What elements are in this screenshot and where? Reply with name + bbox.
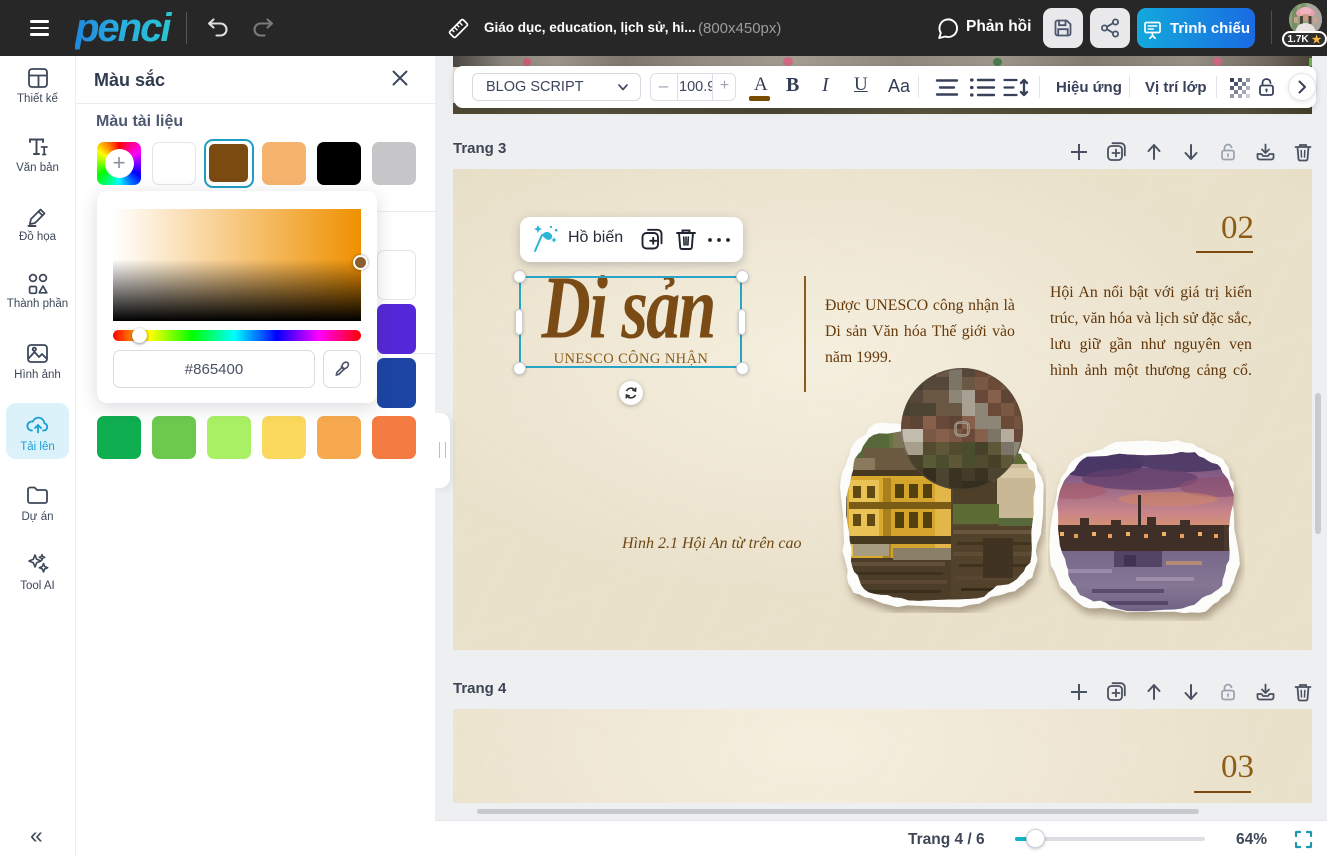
svg-text:penci: penci [75,6,172,50]
